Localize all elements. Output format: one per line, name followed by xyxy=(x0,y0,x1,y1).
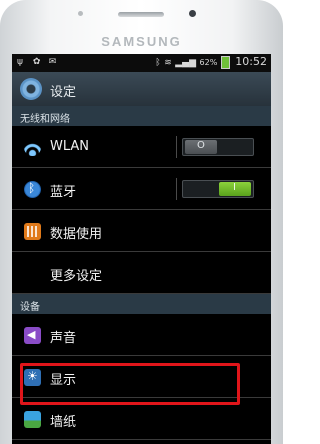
wlan-toggle-state: O xyxy=(197,140,205,151)
clock: 10:52 xyxy=(235,55,267,68)
display-icon xyxy=(24,369,41,386)
bluetooth-toggle-state: I xyxy=(233,182,236,193)
page-title: 设定 xyxy=(50,85,77,100)
wlan-label: WLAN xyxy=(50,139,90,154)
data-usage-label: 数据使用 xyxy=(50,227,103,242)
screen: ψ ✿ ✉ ᛒ ≋ ▂▄▆ 62% 10:52 设定 无线和网络 WLAN O xyxy=(12,54,271,444)
proximity-sensor xyxy=(78,11,83,16)
app-notification-icon: ✿ xyxy=(32,57,41,67)
wlan-toggle-knob: O xyxy=(185,140,217,154)
usb-icon: ψ xyxy=(17,57,23,67)
settings-row-bluetooth[interactable]: 蓝牙 I xyxy=(12,168,271,210)
mail-icon: ✉ xyxy=(48,57,57,67)
settings-row-wlan[interactable]: WLAN O xyxy=(12,126,271,168)
battery-percent: 62% xyxy=(199,58,218,67)
section-header-network: 无线和网络 xyxy=(12,106,271,126)
wifi-status-icon: ≋ xyxy=(164,58,172,68)
row-divider xyxy=(176,178,177,200)
bluetooth-label: 蓝牙 xyxy=(50,185,77,200)
bluetooth-toggle[interactable]: I xyxy=(182,180,254,198)
settings-row-sound[interactable]: 声音 xyxy=(12,314,271,356)
data-usage-icon xyxy=(24,223,41,240)
display-label: 显示 xyxy=(50,373,77,388)
more-settings-label: 更多设定 xyxy=(50,269,103,284)
phone-frame: SAMSUNG ψ ✿ ✉ ᛒ ≋ ▂▄▆ 62% 10:52 设定 无线和网络 xyxy=(0,0,283,444)
section-header-device: 设备 xyxy=(12,294,271,314)
battery-icon xyxy=(220,55,230,69)
earpiece-speaker xyxy=(118,12,164,17)
settings-row-data-usage[interactable]: 数据使用 xyxy=(12,210,271,252)
sound-label: 声音 xyxy=(50,331,77,346)
bluetooth-toggle-knob: I xyxy=(219,182,251,196)
wifi-icon xyxy=(24,139,41,156)
status-right: ᛒ ≋ ▂▄▆ 62% 10:52 xyxy=(155,55,267,69)
status-left-icons: ψ ✿ ✉ xyxy=(17,57,62,68)
bluetooth-icon xyxy=(24,181,41,198)
sound-icon xyxy=(24,327,41,344)
status-bar: ψ ✿ ✉ ᛒ ≋ ▂▄▆ 62% 10:52 xyxy=(12,54,271,72)
title-bar: 设定 xyxy=(12,72,271,106)
bluetooth-status-icon: ᛒ xyxy=(155,58,161,68)
brand-logo: SAMSUNG xyxy=(101,34,182,49)
settings-row-more-settings[interactable]: 更多设定 xyxy=(12,252,271,294)
wlan-toggle[interactable]: O xyxy=(182,138,254,156)
settings-gear-icon[interactable] xyxy=(20,78,42,100)
wallpaper-label: 墙纸 xyxy=(50,415,77,430)
settings-row-wallpaper[interactable]: 墙纸 xyxy=(12,398,271,440)
settings-row-display[interactable]: 显示 xyxy=(12,356,271,398)
signal-icon: ▂▄▆ xyxy=(175,58,197,68)
row-divider xyxy=(176,136,177,158)
front-camera xyxy=(189,10,196,17)
wallpaper-icon xyxy=(24,411,41,428)
